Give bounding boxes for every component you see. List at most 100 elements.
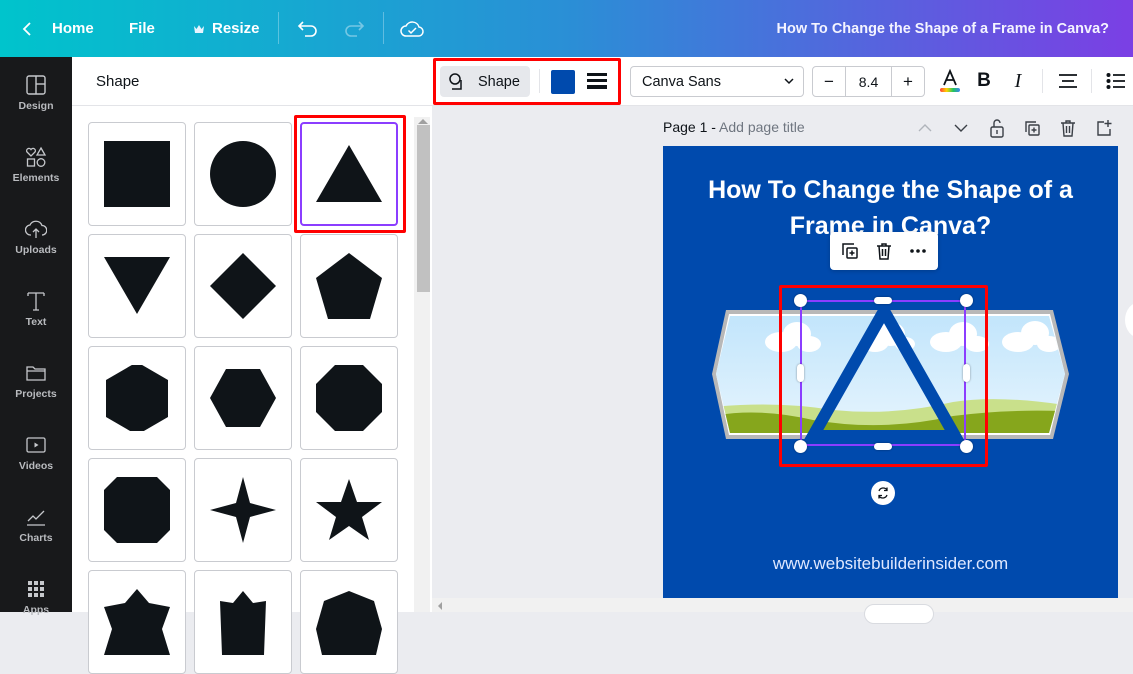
- duplicate-icon[interactable]: [840, 241, 860, 261]
- shape-tile-crown[interactable]: [194, 570, 292, 674]
- page-title-input[interactable]: Add page title: [719, 119, 805, 135]
- chart-line-icon: [27, 510, 45, 526]
- border-style-icon[interactable]: [587, 71, 607, 91]
- list-button[interactable]: [1104, 69, 1128, 93]
- delete-page-icon[interactable]: [1058, 118, 1078, 138]
- shape-tile-star-burst[interactable]: [88, 570, 186, 674]
- redo-button[interactable]: [343, 0, 365, 57]
- sidebar-item-label: Design: [18, 100, 54, 112]
- resize-handle-left[interactable]: [797, 364, 804, 382]
- shape-button[interactable]: Shape: [440, 66, 530, 97]
- resize-handle-bottom-right[interactable]: [960, 440, 973, 453]
- trash-icon[interactable]: [874, 241, 894, 261]
- sidebar-item-videos[interactable]: Videos: [0, 421, 72, 485]
- panel-scrollbar[interactable]: [414, 117, 430, 612]
- cloud-save-status[interactable]: [400, 0, 424, 57]
- font-family-dropdown[interactable]: Canva Sans: [630, 66, 804, 97]
- shape-tile-square[interactable]: [88, 122, 186, 226]
- element-action-toolbar: [830, 232, 938, 270]
- unlock-icon[interactable]: [987, 118, 1007, 138]
- shape-icon: [449, 72, 462, 90]
- resize-handle-top[interactable]: [874, 297, 892, 304]
- shape-tile-heptagon[interactable]: [300, 570, 398, 674]
- shape-panel: Shape: [72, 57, 432, 674]
- shape-tile-inverted-triangle[interactable]: [88, 234, 186, 338]
- text-align-button[interactable]: [1056, 69, 1080, 93]
- pentagon-shape-icon: [316, 253, 382, 319]
- scrollbar-thumb[interactable]: [417, 125, 430, 292]
- page-label[interactable]: Page 1 - Add page title: [663, 119, 805, 135]
- undo-button[interactable]: [297, 0, 319, 57]
- font-size-input[interactable]: 8.4: [845, 67, 892, 96]
- increase-font-size-button[interactable]: +: [892, 67, 924, 96]
- italic-button[interactable]: I: [1006, 69, 1030, 93]
- shape-tile-four-point-star[interactable]: [194, 458, 292, 562]
- resize-handle-top-right[interactable]: [960, 294, 973, 307]
- shape-tile-rounded-octagon[interactable]: [88, 458, 186, 562]
- align-center-icon: [1059, 74, 1077, 88]
- file-menu[interactable]: File: [129, 0, 155, 57]
- sidebar-item-apps[interactable]: Apps: [0, 565, 72, 629]
- sidebar-item-design[interactable]: Design: [0, 61, 72, 125]
- resize-handle-right[interactable]: [963, 364, 970, 382]
- add-page-icon[interactable]: [1094, 118, 1114, 138]
- canvas-url-text[interactable]: www.websitebuilderinsider.com: [663, 554, 1118, 574]
- shape-tile-hexagon-horizontal[interactable]: [194, 346, 292, 450]
- bold-icon: B: [977, 70, 991, 91]
- text-color-button[interactable]: [938, 69, 962, 93]
- shape-tile-diamond[interactable]: [194, 234, 292, 338]
- sidebar-item-elements[interactable]: Elements: [0, 133, 72, 197]
- shape-tile-circle[interactable]: [194, 122, 292, 226]
- design-canvas[interactable]: How To Change the Shape of a Frame in Ca…: [663, 146, 1118, 598]
- shape-tile-pentagon[interactable]: [300, 234, 398, 338]
- sidebar-item-label: Apps: [22, 604, 50, 616]
- sidebar-item-text[interactable]: Text: [0, 277, 72, 341]
- scroll-up-arrow-icon[interactable]: [418, 119, 428, 124]
- star-shape-icon: [316, 479, 382, 540]
- text-icon: [27, 292, 45, 311]
- scroll-left-arrow-icon[interactable]: [438, 602, 442, 610]
- fill-color-swatch[interactable]: [551, 70, 575, 94]
- chevron-up-icon[interactable]: [915, 118, 935, 138]
- sidebar-item-uploads[interactable]: Uploads: [0, 205, 72, 269]
- shape-tile-five-point-star[interactable]: [300, 458, 398, 562]
- home-button[interactable]: Home: [20, 0, 94, 57]
- video-icon: [26, 437, 46, 453]
- chevron-down-icon[interactable]: [951, 118, 971, 138]
- sidebar-item-charts[interactable]: Charts: [0, 493, 72, 557]
- circle-shape-icon: [210, 141, 276, 207]
- resize-handle-bottom[interactable]: [874, 443, 892, 450]
- diamond-shape-icon: [210, 253, 276, 319]
- inverted-triangle-shape-icon: [104, 257, 170, 314]
- divider: [1091, 69, 1092, 93]
- sidebar-item-projects[interactable]: Projects: [0, 349, 72, 413]
- resize-handle-top-left[interactable]: [794, 294, 807, 307]
- bold-button[interactable]: B: [972, 69, 996, 93]
- shape-tile-octagon[interactable]: [300, 346, 398, 450]
- canvas-horizontal-scrollbar[interactable]: [432, 598, 1133, 612]
- resize-button[interactable]: Resize: [193, 0, 260, 57]
- resize-handle-bottom-left[interactable]: [794, 440, 807, 453]
- decrease-font-size-button[interactable]: −: [813, 67, 845, 96]
- sidebar-item-label: Projects: [15, 388, 57, 400]
- rotate-handle[interactable]: [871, 481, 895, 505]
- home-label: Home: [52, 20, 94, 37]
- file-label: File: [129, 20, 155, 37]
- side-panel-toggle[interactable]: [1125, 302, 1133, 338]
- more-options-icon[interactable]: [908, 241, 928, 261]
- divider: [539, 69, 540, 93]
- sidebar-item-label: Charts: [19, 532, 53, 544]
- cut-corner-square-shape-icon: [104, 477, 170, 543]
- duplicate-page-icon[interactable]: [1022, 118, 1042, 138]
- shape-tile-hexagon[interactable]: [88, 346, 186, 450]
- divider: [383, 12, 384, 44]
- four-point-star-shape-icon: [210, 477, 276, 543]
- cloud-check-icon: [400, 20, 424, 37]
- shape-tile-triangle[interactable]: [300, 122, 398, 226]
- hexagon-frame[interactable]: [663, 146, 1118, 598]
- divider: [1042, 69, 1043, 93]
- page-navigation-pill[interactable]: [864, 604, 934, 624]
- document-title[interactable]: How To Change the Shape of a Frame in Ca…: [777, 0, 1109, 57]
- sidebar-item-label: Text: [25, 316, 47, 328]
- heptagon-shape-icon: [316, 591, 382, 655]
